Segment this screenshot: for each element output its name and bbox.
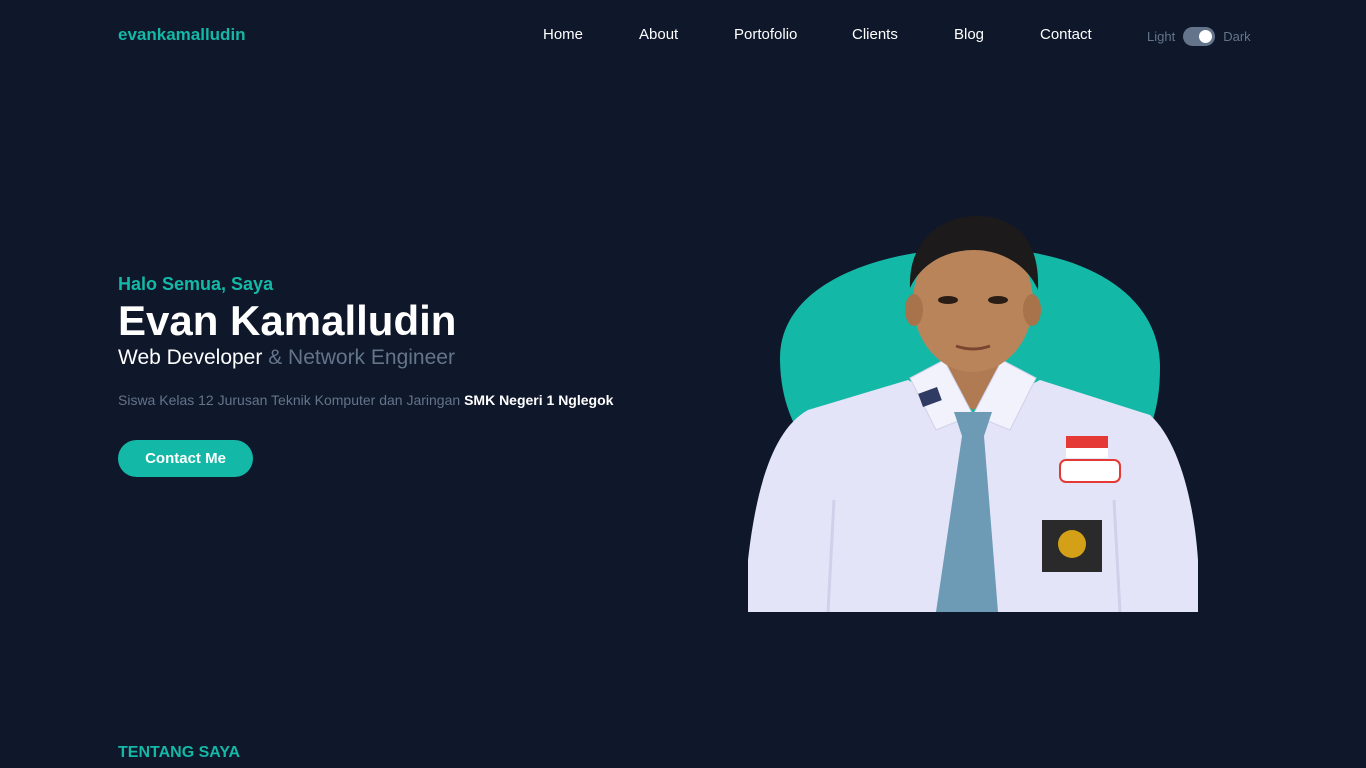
- about-section-label: TENTANG SAYA: [118, 744, 241, 761]
- nav-portofolio[interactable]: Portofolio: [734, 26, 797, 43]
- theme-dark-label: Dark: [1223, 29, 1251, 44]
- site-header: evankamalludin Home About Portofolio Cli…: [0, 0, 1366, 70]
- nav-blog[interactable]: Blog: [954, 26, 984, 43]
- hero-role-secondary: & Network Engineer: [268, 346, 455, 369]
- hero-description-text: Siswa Kelas 12 Jurusan Teknik Komputer d…: [118, 392, 461, 408]
- nav-clients[interactable]: Clients: [852, 26, 898, 43]
- hero-intro: Halo Semua, Saya: [118, 274, 274, 294]
- nav-about[interactable]: About: [639, 26, 678, 43]
- contact-me-button[interactable]: Contact Me: [118, 440, 253, 477]
- theme-toggle[interactable]: Light Dark: [1147, 27, 1251, 46]
- hero-role: Web Developer & Network Engineer: [118, 346, 455, 370]
- hero-description: Siswa Kelas 12 Jurusan Teknik Komputer d…: [118, 392, 613, 408]
- hero-name: Evan Kamalludin: [118, 297, 457, 344]
- hero-school: SMK Negeri 1 Nglegok: [464, 392, 614, 408]
- nav-contact[interactable]: Contact: [1040, 26, 1092, 43]
- theme-toggle-knob: [1199, 30, 1213, 43]
- theme-toggle-switch[interactable]: [1183, 27, 1216, 46]
- hero-role-primary: Web Developer: [118, 346, 263, 369]
- nav-home[interactable]: Home: [543, 26, 583, 43]
- profile-photo: [748, 210, 1198, 612]
- theme-light-label: Light: [1147, 29, 1176, 44]
